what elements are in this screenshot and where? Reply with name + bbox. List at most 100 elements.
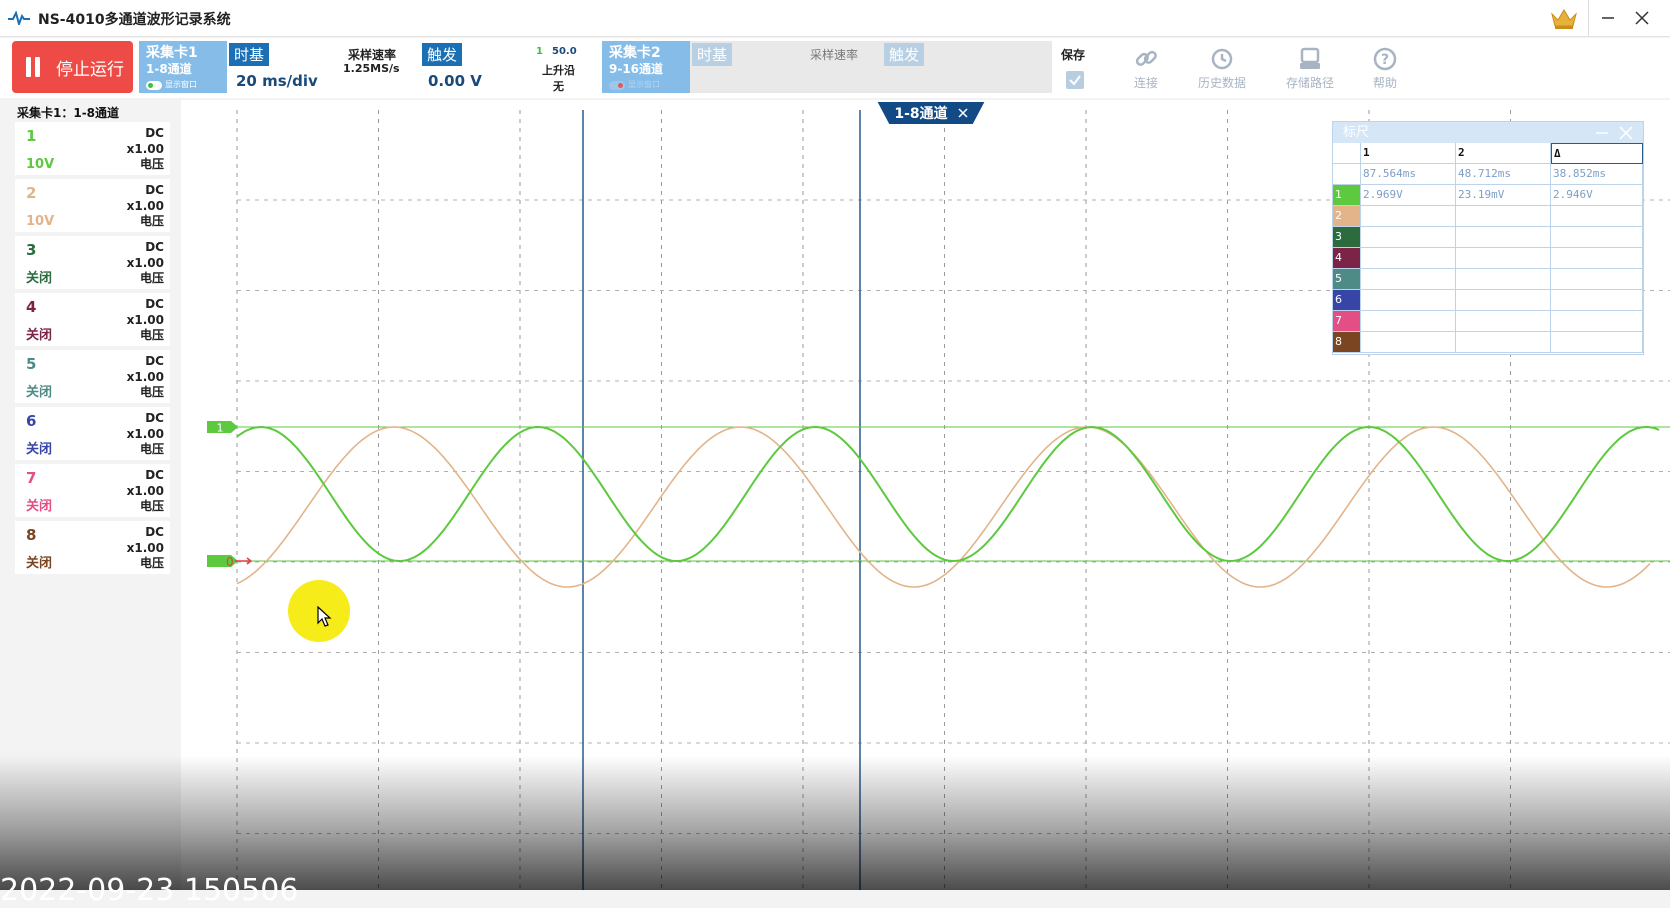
timebase-value[interactable]: 20 ms/div [236,72,318,90]
channel-number: 7 [26,469,37,487]
card2-timebase-tag[interactable]: 时基 [692,43,733,66]
channel-range[interactable]: 关闭 [26,438,52,457]
channel-range[interactable]: 关闭 [26,552,52,571]
stop-run-button[interactable]: 停止运行 [12,41,133,93]
zero-marker-label: 0 [226,555,234,569]
ruler-value-cell [1551,227,1643,248]
ruler-header-cell: 1 [1361,143,1456,164]
crown-icon[interactable] [1550,7,1578,29]
channel-coupling[interactable]: DC [145,525,164,539]
channel-unit: 电压 [139,157,164,171]
ruler-time-cell: 48.712ms [1456,164,1551,185]
trigger-edge[interactable]: 上升沿 [542,62,575,78]
title-divider [1588,0,1589,36]
trigger-channel: 1 [536,46,543,57]
close-icon[interactable] [958,108,968,118]
channel-multiplier[interactable]: x1.00 [127,199,164,213]
close-button[interactable] [1624,0,1660,36]
history-data-button[interactable]: 历史数据 [1187,46,1257,91]
ruler-table: 1 2 Δ 87.564ms 48.712ms 38.852ms 1 2.969V 23.19m… [1333,143,1643,354]
connect-button[interactable]: 连接 [1111,46,1181,91]
minimize-button[interactable] [1590,0,1626,36]
trigger-mode[interactable]: 无 [553,78,564,94]
ruler-channel-cell: 1 [1333,185,1361,206]
trigger-level: 50.0 [552,46,577,57]
channel-coupling[interactable]: DC [145,183,164,197]
card1-show-window-label: 显示窗口 [165,80,197,89]
ruler-channel-cell: 6 [1333,290,1361,311]
channel-range[interactable]: 关闭 [26,381,52,400]
channel-number: 3 [26,241,37,259]
ruler-time-cell: 87.564ms [1361,164,1456,185]
trigger-tag[interactable]: 触发 [422,43,463,66]
minimize-icon[interactable] [1595,127,1609,139]
card1-selector[interactable]: 采集卡1 1-8通道 显示窗口 [139,41,227,93]
ruler-value-cell [1551,248,1643,269]
ruler-value-cell [1551,206,1643,227]
channel-number: 4 [26,298,37,316]
help-button[interactable]: ? 帮助 [1350,46,1420,91]
channel-card[interactable]: 4 DC x1.00 关闭 电压 [15,293,170,346]
channel-multiplier[interactable]: x1.00 [127,541,164,555]
channel-card[interactable]: 7 DC x1.00 关闭 电压 [15,464,170,517]
channel-coupling[interactable]: DC [145,468,164,482]
channel-range[interactable]: 10V [26,214,54,229]
channel-card[interactable]: 3 DC x1.00 关闭 电压 [15,236,170,289]
channel-card[interactable]: 1 DC x1.00 10V 电压 [15,122,170,175]
channel-range[interactable]: 10V [26,157,54,172]
card2-channels: 9-16通道 [609,62,664,76]
save-checkbox[interactable] [1066,71,1084,89]
close-icon[interactable] [1619,126,1633,140]
channel-card[interactable]: 6 DC x1.00 关闭 电压 [15,407,170,460]
card2-show-window-toggle[interactable]: 显示窗口 [609,77,683,93]
channel-unit: 电压 [139,499,164,513]
channel-multiplier[interactable]: x1.00 [127,484,164,498]
ruler-panel[interactable]: 标尺 1 2 Δ 87.564ms 48.712ms 38.852ms 1 2.969V 23.… [1332,121,1644,355]
card1-show-window-toggle[interactable]: 显示窗口 [146,77,220,93]
ruler-value-cell [1456,206,1551,227]
trigger-value[interactable]: 0.00 V [428,72,482,90]
channel-number: 8 [26,526,37,544]
close-icon [1635,11,1649,25]
channel-multiplier[interactable]: x1.00 [127,313,164,327]
timebase-tag[interactable]: 时基 [229,43,270,66]
card2-sample-rate-label: 采样速率 [810,48,859,62]
channel-range[interactable]: 关闭 [26,495,52,514]
channel-card[interactable]: 8 DC x1.00 关闭 电压 [15,521,170,574]
channel-multiplier[interactable]: x1.00 [127,427,164,441]
stop-run-label: 停止运行 [56,59,124,80]
channel-unit: 电压 [139,214,164,228]
channel-coupling[interactable]: DC [145,297,164,311]
ruler-value-cell [1361,269,1456,290]
card2-trigger-tag[interactable]: 触发 [884,43,925,66]
ruler-header[interactable]: 标尺 [1333,122,1643,143]
card2-selector[interactable]: 采集卡2 9-16通道 显示窗口 [602,41,690,93]
channel-coupling[interactable]: DC [145,411,164,425]
channel-coupling[interactable]: DC [145,240,164,254]
ruler-channel-cell: 3 [1333,227,1361,248]
ruler-value-cell [1456,227,1551,248]
channel-multiplier[interactable]: x1.00 [127,370,164,384]
channel-range[interactable]: 关闭 [26,324,52,343]
app-title: NS-4010多通道波形记录系统 [38,12,231,28]
ruler-title: 标尺 [1343,125,1370,140]
channel-coupling[interactable]: DC [145,354,164,368]
channel-multiplier[interactable]: x1.00 [127,142,164,156]
channel-range[interactable]: 关闭 [26,267,52,286]
history-data-label: 历史数据 [1197,76,1246,90]
ruler-value-cell [1551,311,1643,332]
history-icon [1211,48,1233,70]
channel-multiplier[interactable]: x1.00 [127,256,164,270]
plot-tab-label: 1-8通道 [894,106,948,122]
channel-card[interactable]: 5 DC x1.00 关闭 电压 [15,350,170,403]
sample-rate-value[interactable]: 1.25MS/s [343,62,400,75]
ruler-value-cell: 2.969V [1361,185,1456,206]
link-icon [1135,50,1157,66]
channel-card[interactable]: 2 DC x1.00 10V 电压 [15,179,170,232]
channel-number: 1 [26,127,37,145]
plot-tab[interactable]: 1-8通道 [877,102,985,124]
storage-path-button[interactable]: 存储路径 [1275,46,1345,91]
channel-coupling[interactable]: DC [145,126,164,140]
ruler-value-cell [1551,332,1643,353]
ruler-value-cell [1361,227,1456,248]
